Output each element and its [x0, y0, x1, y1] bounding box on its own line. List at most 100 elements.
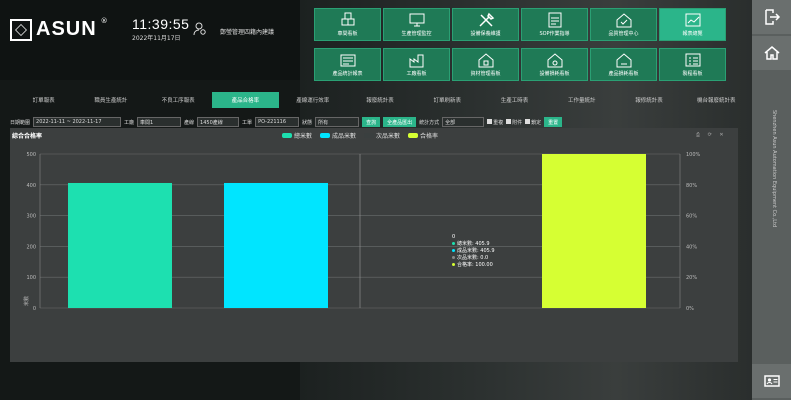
y-tick-label: 0	[33, 306, 36, 312]
report-tabs: 訂單報表 職員生產統計 不良工序報表 產品合格率 產線運行效率 報廢統計表 訂單刷新表 生產工…	[10, 92, 750, 108]
tab-4[interactable]: 產線運行效率	[279, 92, 346, 108]
workshop-label: 工廠	[124, 119, 135, 126]
tab-0[interactable]: 訂單報表	[10, 92, 77, 108]
tab-1[interactable]: 職員生產統計	[77, 92, 144, 108]
tooltip-row: 總米數: 405.9	[452, 241, 495, 248]
tab-5[interactable]: 報廢統計表	[346, 92, 413, 108]
filter-bar: 日期範圍 2022-11-11 ~ 2022-11-17 工廠 車間1 產線 1…	[10, 116, 750, 128]
tooltip-text: 合格率: 100.00	[457, 262, 493, 268]
checkbox-3-label: 鎖定	[531, 119, 542, 126]
home-icon	[764, 46, 779, 60]
right-sidebar: Shenzhen Asun Automation Equipment Co.,L…	[752, 0, 791, 400]
clock-date: 2022年11月17日	[132, 35, 181, 42]
line-select[interactable]: 1450產線	[197, 117, 240, 127]
tile-label: 產品統計報表	[332, 71, 363, 77]
checkbox-3[interactable]: 鎖定	[525, 118, 542, 126]
checkbox-2[interactable]: 附件	[506, 118, 522, 126]
user-name: 鄭瑩管理四籍內建議	[220, 29, 275, 36]
logout-icon	[764, 9, 780, 25]
checkbox-1[interactable]: 重複	[487, 118, 504, 126]
clock-time: 11:39:55	[132, 16, 190, 32]
tile-tools[interactable]: 設備保養維護	[452, 8, 519, 41]
profile-button[interactable]	[752, 364, 791, 398]
user-settings-icon[interactable]	[193, 22, 207, 36]
brand-logo: ASUN ®	[10, 16, 108, 41]
type-label: 狀態	[302, 119, 313, 126]
reset-button[interactable]: 重置	[544, 117, 563, 127]
y-tick-label: 100	[26, 275, 36, 281]
chart-tools[interactable]: ⎙ ⟳ ✕	[696, 132, 727, 138]
y-axis-label: 米數	[23, 296, 30, 306]
registered-icon: ®	[100, 16, 108, 25]
sop-icon	[548, 12, 561, 28]
tooltip-dot	[452, 242, 455, 245]
y2-tick-label: 20%	[686, 275, 697, 281]
header: ASUN ® 11:39:55 2022年11月17日 鄭瑩管理四籍內建議	[0, 0, 300, 80]
bar-chart: 500 100% 400 80% 300 60% 200 40% 100 20% 0 0% 米數	[23, 152, 701, 312]
tile-process[interactable]: 製程看板	[659, 48, 726, 81]
tile-label: SOP作業指導	[539, 31, 570, 37]
tooltip-row: 合格率: 100.00	[452, 262, 495, 269]
process-select[interactable]: PO-221116	[255, 117, 300, 127]
tooltip-dot	[452, 263, 455, 266]
legend-label: 次品米數	[376, 133, 401, 140]
legend-item[interactable]: 次品米數	[364, 131, 400, 140]
tools-icon	[478, 12, 494, 27]
tab-9[interactable]: 報修統計表	[615, 92, 682, 108]
tab-10[interactable]: 機台報廢統計表	[683, 92, 750, 108]
tile-quality-home[interactable]: 品質管理中心	[590, 8, 657, 41]
company-name: Shenzhen Asun Automation Equipment Co.,L…	[771, 110, 777, 228]
process-icon	[685, 53, 700, 67]
tile-product[interactable]: 產品統計報表	[314, 48, 381, 81]
equipment-home-icon	[547, 53, 562, 68]
tile-label: 工廠看板	[406, 71, 427, 77]
legend-swatch	[320, 133, 331, 138]
tile-label: 資材管理看板	[470, 71, 501, 77]
tooltip-header: 0	[452, 234, 456, 240]
tile-sop[interactable]: SOP作業指導	[521, 8, 588, 41]
tooltip-row: 次品米數: 0.0	[452, 255, 495, 262]
legend-item[interactable]: 總米數	[282, 131, 312, 140]
tab-8[interactable]: 工作量統計	[548, 92, 615, 108]
boxes-icon	[341, 12, 354, 26]
search-button[interactable]: 查詢	[362, 117, 381, 127]
tile-material-home[interactable]: 資材管理看板	[452, 48, 519, 81]
tile-loss-home[interactable]: 產品損耗看板	[590, 48, 657, 81]
mode-select[interactable]: 全部	[442, 117, 485, 127]
tile-equipment-home[interactable]: 設備損耗看板	[521, 48, 588, 81]
loss-home-icon	[616, 53, 631, 68]
tab-7[interactable]: 生產工時表	[481, 92, 548, 108]
legend-item[interactable]: 成品米數	[320, 131, 356, 140]
chart-icon	[685, 13, 700, 27]
legend-label: 成品米數	[332, 133, 357, 140]
export-button[interactable]: 全產品匯出	[383, 117, 417, 127]
workshop-select[interactable]: 車間1	[137, 117, 182, 127]
tile-label: 報表總覽	[682, 31, 703, 37]
legend-item[interactable]: 合格率	[408, 131, 438, 140]
y2-tick-label: 40%	[686, 244, 697, 250]
bar-成品米數	[224, 182, 328, 308]
date-range-input[interactable]: 2022-11-11 ~ 2022-11-17	[33, 117, 122, 127]
type-select[interactable]: 所有	[315, 117, 360, 127]
tab-3[interactable]: 產品合格率	[211, 92, 280, 108]
quality-home-icon	[616, 13, 631, 28]
tile-monitor[interactable]: 生產管理監控	[383, 8, 450, 41]
home-button[interactable]	[752, 36, 791, 70]
tooltip-text: 總米數: 405.9	[457, 241, 490, 247]
tile-label: 製程看板	[682, 71, 703, 77]
tab-2[interactable]: 不良工序報表	[145, 92, 212, 108]
logout-button[interactable]	[752, 0, 791, 34]
product-icon	[340, 54, 355, 67]
tile-chart[interactable]: 報表總覽	[659, 8, 726, 41]
y2-tick-label: 60%	[686, 214, 697, 220]
tooltip-text: 次品米數: 0.0	[457, 255, 489, 261]
tab-6[interactable]: 訂單刷新表	[414, 92, 481, 108]
tile-boxes[interactable]: 車間看板	[314, 8, 381, 41]
tooltip-dot	[452, 256, 455, 259]
checkbox-1-label: 重複	[493, 119, 504, 126]
tile-label: 品質管理中心	[608, 31, 639, 37]
date-label: 日期範圍	[10, 119, 31, 126]
app-root: ASUN ® 11:39:55 2022年11月17日 鄭瑩管理四籍內建議 車間…	[0, 0, 791, 400]
tile-factory[interactable]: 工廠看板	[383, 48, 450, 81]
chart-tooltip: 0 總米數: 405.9 成品米數: 405.9 次品米數: 0.0 合格率: 100.…	[452, 234, 495, 269]
